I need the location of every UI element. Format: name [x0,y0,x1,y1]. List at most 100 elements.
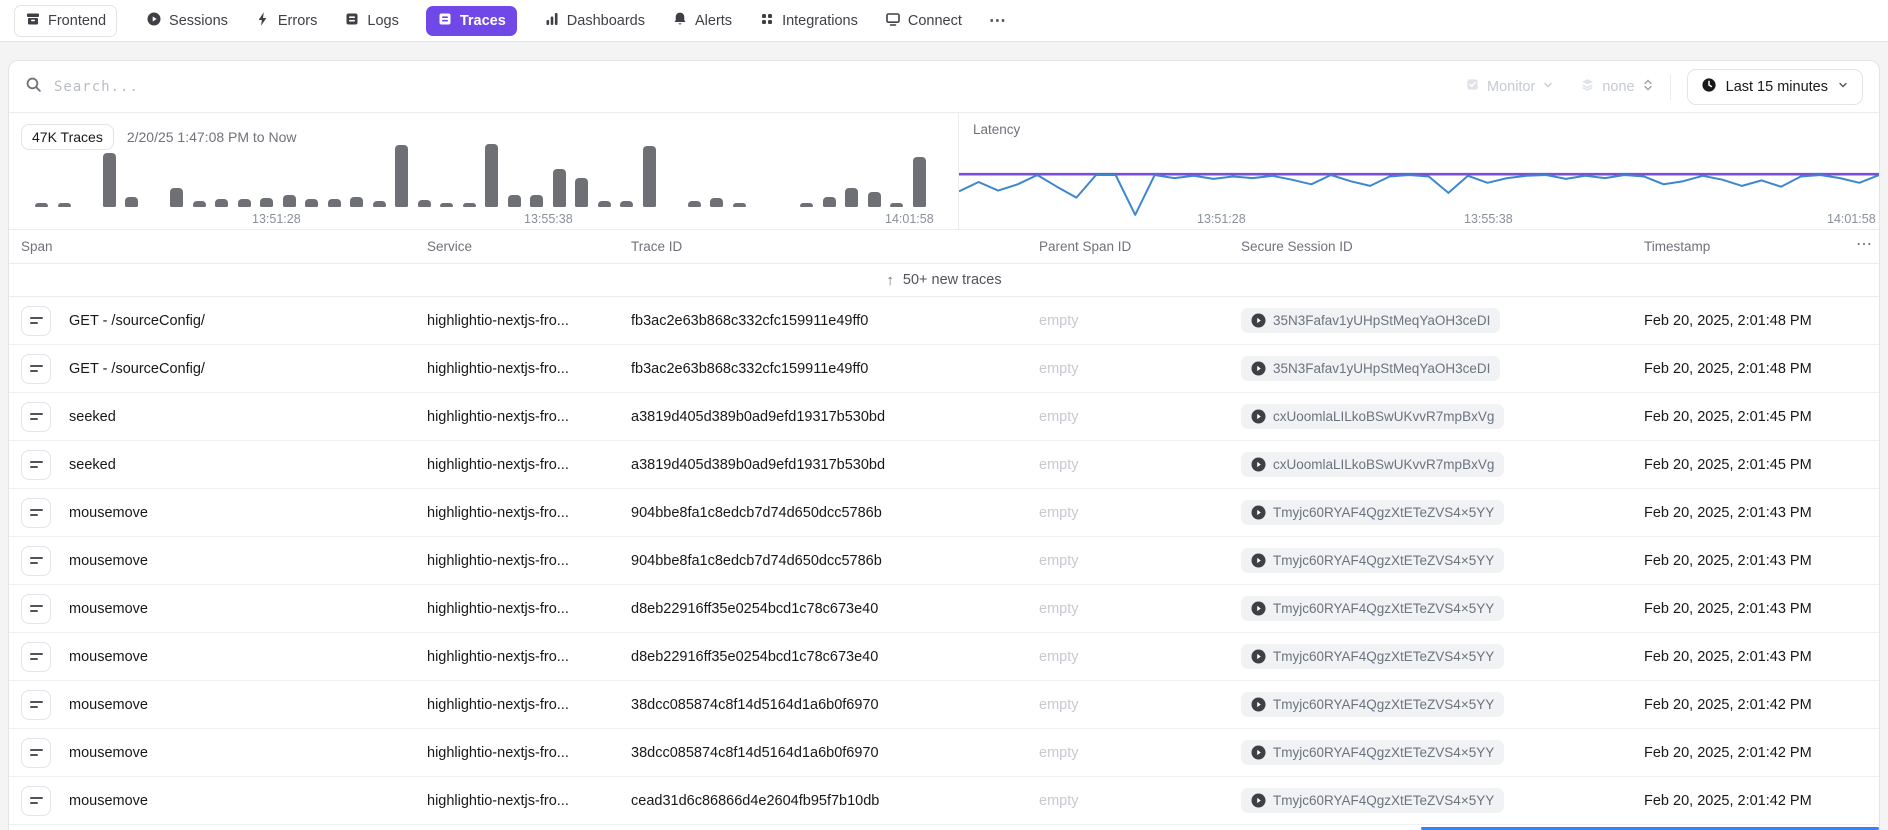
session-id-text: Tmyjc60RYAF4QgzXtETeZVS4×5YY [1273,649,1495,664]
nav-more-button[interactable]: ⋯ [989,11,1007,31]
table-row[interactable]: mousemove highlightio-nextjs-fro... cead… [9,777,1879,825]
view-label: none [1602,78,1635,95]
play-circle-icon [1251,361,1266,376]
traces-histogram[interactable]: 47K Traces 2/20/25 1:47:08 PM to Now 13:… [9,113,958,229]
session-badge[interactable]: Tmyjc60RYAF4QgzXtETeZVS4×5YY [1241,692,1505,717]
span-detail-button[interactable] [21,737,51,768]
lightning-icon [255,11,271,31]
timestamp-cell: Feb 20, 2025, 2:01:45 PM [1644,456,1812,473]
session-badge[interactable]: Tmyjc60RYAF4QgzXtETeZVS4×5YY [1241,788,1505,813]
span-detail-button[interactable] [21,305,51,336]
table-row[interactable]: GET - /sourceConfig/ highlightio-nextjs-… [9,345,1879,393]
nav-item-errors[interactable]: Errors [255,11,317,31]
play-circle-icon [1251,313,1266,328]
service-cell: highlightio-nextjs-fro... [427,504,569,521]
column-header-parent-span-id: Parent Span ID [1039,239,1132,254]
nav-item-sessions[interactable]: Sessions [146,11,228,31]
table-row[interactable]: mousemove highlightio-nextjs-fro... 38dc… [9,729,1879,777]
trace-id-cell: 38dcc085874c8f14d5164d1a6b0f6970 [631,696,879,713]
session-badge[interactable]: 35N3Fafav1yUHpStMeqYaOH3ceDI [1241,308,1501,333]
trace-id-cell: 38dcc085874c8f14d5164d1a6b0f6970 [631,744,879,761]
session-id-text: Tmyjc60RYAF4QgzXtETeZVS4×5YY [1273,505,1495,520]
lines-icon [30,749,43,751]
monitor-dropdown[interactable]: Monitor [1465,77,1554,96]
nav-item-alerts[interactable]: Alerts [672,11,732,31]
package-icon [25,11,41,31]
session-badge[interactable]: cxUoomlaLILkoBSwUKvvR7mpBxVg [1241,452,1505,477]
lines-icon [30,466,38,468]
view-selector[interactable]: none [1580,77,1653,97]
latency-chart[interactable]: Latency 13:51:28 13:55:38 14:01:58 [958,113,1879,229]
column-header-secure-session-id: Secure Session ID [1241,239,1353,254]
nav-item-dashboards[interactable]: Dashboards [544,11,645,31]
nav-item-traces[interactable]: Traces [425,5,517,36]
play-circle-icon [1251,553,1266,568]
nav-item-integrations[interactable]: Integrations [759,11,858,31]
lines-icon [30,797,43,799]
column-options-button[interactable]: ⋯ [1856,234,1873,254]
table-row[interactable]: seeked highlightio-nextjs-fro... a3819d4… [9,441,1879,489]
span-cell: mousemove [69,792,148,809]
span-detail-button[interactable] [21,449,51,480]
bell-icon [672,11,688,31]
timestamp-cell: Feb 20, 2025, 2:01:42 PM [1644,744,1812,761]
table-row[interactable]: GET - /sourceConfig/ highlightio-nextjs-… [9,297,1879,345]
parent-span-id-cell: empty [1039,552,1079,569]
search-input[interactable] [52,77,1465,96]
span-detail-button[interactable] [21,353,51,384]
session-badge[interactable]: Tmyjc60RYAF4QgzXtETeZVS4×5YY [1241,644,1505,669]
session-id-text: Tmyjc60RYAF4QgzXtETeZVS4×5YY [1273,793,1495,808]
session-id-text: 35N3Fafav1yUHpStMeqYaOH3ceDI [1273,313,1491,328]
span-detail-button[interactable] [21,545,51,576]
span-detail-button[interactable] [21,401,51,432]
play-circle-icon [1251,409,1266,424]
nav-item-logs[interactable]: Logs [344,11,399,31]
span-detail-button[interactable] [21,785,51,816]
session-badge[interactable]: Tmyjc60RYAF4QgzXtETeZVS4×5YY [1241,500,1505,525]
parent-span-id-cell: empty [1039,744,1079,761]
lines-icon [30,509,43,511]
service-cell: highlightio-nextjs-fro... [427,744,569,761]
table-row[interactable]: mousemove highlightio-nextjs-fro... d8eb… [9,633,1879,681]
traces-panel: Monitor none Last 15 minutes 47K Traces [8,60,1880,830]
span-detail-button[interactable] [21,497,51,528]
nav-item-frontend[interactable]: Frontend [14,4,118,37]
new-traces-banner[interactable]: ↑ 50+ new traces [9,264,1879,297]
table-row[interactable]: mousemove highlightio-nextjs-fro... d8eb… [9,585,1879,633]
play-circle-icon [1251,745,1266,760]
service-cell: highlightio-nextjs-fro... [427,648,569,665]
table-row[interactable]: mousemove highlightio-nextjs-fro... 38dc… [9,681,1879,729]
time-range-button[interactable]: Last 15 minutes [1686,68,1863,105]
session-badge[interactable]: 35N3Fafav1yUHpStMeqYaOH3ceDI [1241,356,1501,381]
span-detail-button[interactable] [21,593,51,624]
table-header: Span Service Trace ID Parent Span ID Sec… [9,230,1879,264]
next-row-partial [9,825,1879,830]
lines-icon [30,418,38,420]
session-badge[interactable]: Tmyjc60RYAF4QgzXtETeZVS4×5YY [1241,740,1505,765]
arrow-up-icon: ↑ [886,271,894,289]
play-circle-icon [1251,601,1266,616]
session-badge[interactable]: Tmyjc60RYAF4QgzXtETeZVS4×5YY [1241,548,1505,573]
lines-icon [30,365,43,367]
session-badge[interactable]: cxUoomlaLILkoBSwUKvvR7mpBxVg [1241,404,1505,429]
timestamp-cell: Feb 20, 2025, 2:01:43 PM [1644,600,1812,617]
table-row[interactable]: mousemove highlightio-nextjs-fro... 904b… [9,537,1879,585]
nav-item-connect[interactable]: Connect [885,11,962,31]
span-cell: GET - /sourceConfig/ [69,360,205,377]
play-circle-icon [1251,457,1266,472]
table-row[interactable]: mousemove highlightio-nextjs-fro... 904b… [9,489,1879,537]
table-row[interactable]: seeked highlightio-nextjs-fro... a3819d4… [9,393,1879,441]
span-detail-button[interactable] [21,689,51,720]
span-cell: GET - /sourceConfig/ [69,312,205,329]
timestamp-cell: Feb 20, 2025, 2:01:45 PM [1644,408,1812,425]
new-traces-label: 50+ new traces [902,272,1002,288]
nav-label: Alerts [694,12,733,29]
x-tick-label: 13:51:28 [1197,212,1246,226]
service-cell: highlightio-nextjs-fro... [427,792,569,809]
service-cell: highlightio-nextjs-fro... [427,456,569,473]
lines-icon [30,370,38,372]
span-detail-button[interactable] [21,641,51,672]
session-id-text: Tmyjc60RYAF4QgzXtETeZVS4×5YY [1273,601,1495,616]
session-badge[interactable]: Tmyjc60RYAF4QgzXtETeZVS4×5YY [1241,596,1505,621]
trace-id-cell: d8eb22916ff35e0254bcd1c78c673e40 [631,600,879,617]
